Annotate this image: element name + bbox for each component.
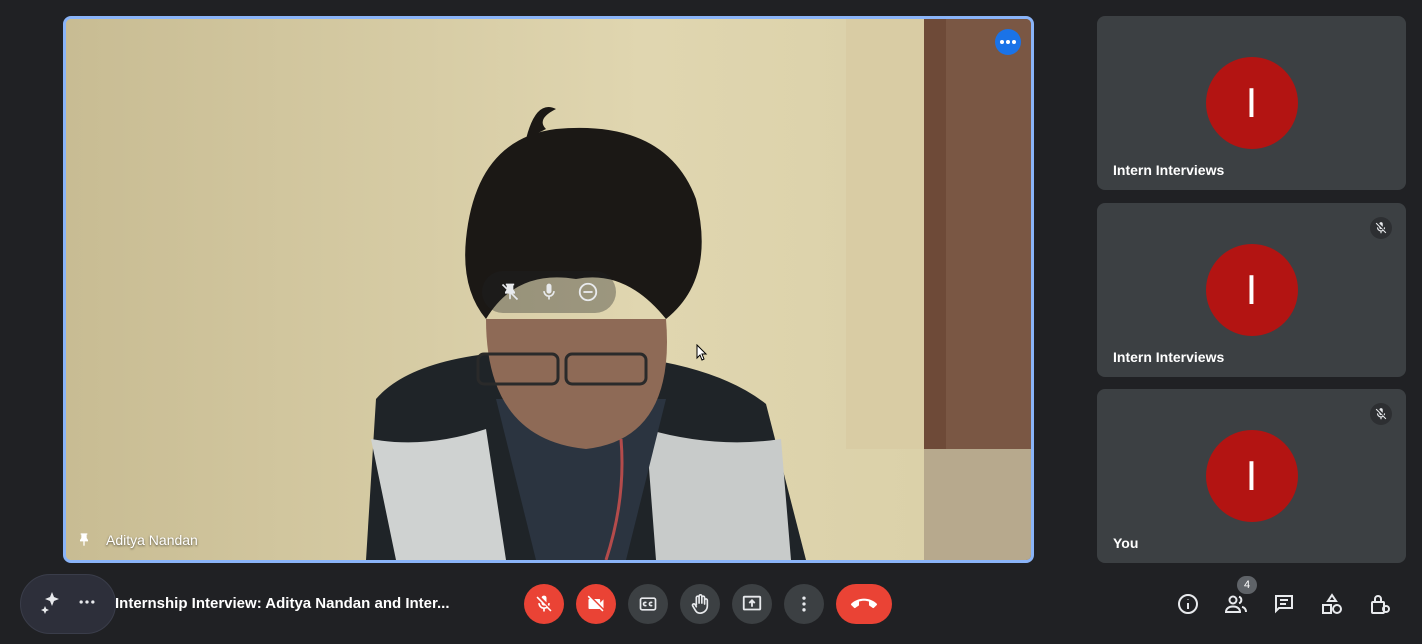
effects-pill [20,574,116,634]
meeting-details-button[interactable] [1172,588,1204,620]
raise-hand-icon [691,594,709,614]
people-icon [1224,595,1247,613]
camera-off-icon [587,595,604,612]
leave-call-button[interactable] [836,584,892,624]
avatar: I [1205,430,1298,522]
host-controls-icon [1371,595,1390,614]
raise-hand-button[interactable] [680,584,720,624]
muted-indicator [1370,403,1392,425]
hang-up-icon [851,598,877,609]
pin-off-icon [501,283,518,301]
remove-participant-button[interactable] [575,279,601,305]
present-button[interactable] [732,584,772,624]
info-icon [1178,594,1198,614]
chat-button[interactable] [1268,588,1300,620]
sparkle-hand-icon [40,591,59,614]
mic-off-icon [536,595,552,612]
present-icon [742,595,762,611]
tile-hover-controls [482,271,616,313]
more-options-button[interactable] [77,592,97,617]
captions-button[interactable] [628,584,668,624]
avatar: I [1205,57,1298,149]
mic-off-icon [1375,222,1387,234]
participant-tile[interactable]: I Intern Interviews [1097,16,1406,190]
main-tile-name-label: Aditya Nandan [76,530,198,550]
self-tile[interactable]: I You [1097,389,1406,563]
activities-icon [1322,593,1342,614]
mic-off-icon [1375,408,1387,420]
camera-button[interactable] [576,584,616,624]
meeting-title: Internship Interview: Aditya Nandan and … [115,595,450,612]
more-horiz-icon [79,599,94,604]
mute-participant-button[interactable] [536,279,562,305]
pin-icon [80,533,88,546]
participant-name: Intern Interviews [1113,162,1225,178]
gemini-effects-button[interactable] [40,590,64,619]
mic-icon [543,283,555,300]
meet-window: Aditya Nandan I Intern Interviews I Inte… [0,0,1422,644]
chat-icon [1275,595,1293,614]
remove-icon [579,282,598,302]
mouse-cursor [696,344,708,361]
participant-name: Aditya Nandan [106,532,198,548]
more-options-button[interactable] [784,584,824,624]
main-video-tile[interactable]: Aditya Nandan [63,16,1034,563]
tile-more-options-button[interactable] [995,29,1021,55]
microphone-button[interactable] [524,584,564,624]
participant-count-badge: 4 [1237,576,1257,594]
participant-name: Intern Interviews [1113,349,1225,365]
activities-button[interactable] [1316,588,1348,620]
unpin-button[interactable] [497,279,523,305]
host-controls-button[interactable] [1364,588,1396,620]
captions-icon [639,597,657,611]
muted-indicator [1370,217,1392,239]
participant-name: You [1113,535,1139,551]
more-vert-icon [802,596,806,612]
avatar: I [1205,244,1298,336]
participant-tile[interactable]: I Intern Interviews [1097,203,1406,377]
